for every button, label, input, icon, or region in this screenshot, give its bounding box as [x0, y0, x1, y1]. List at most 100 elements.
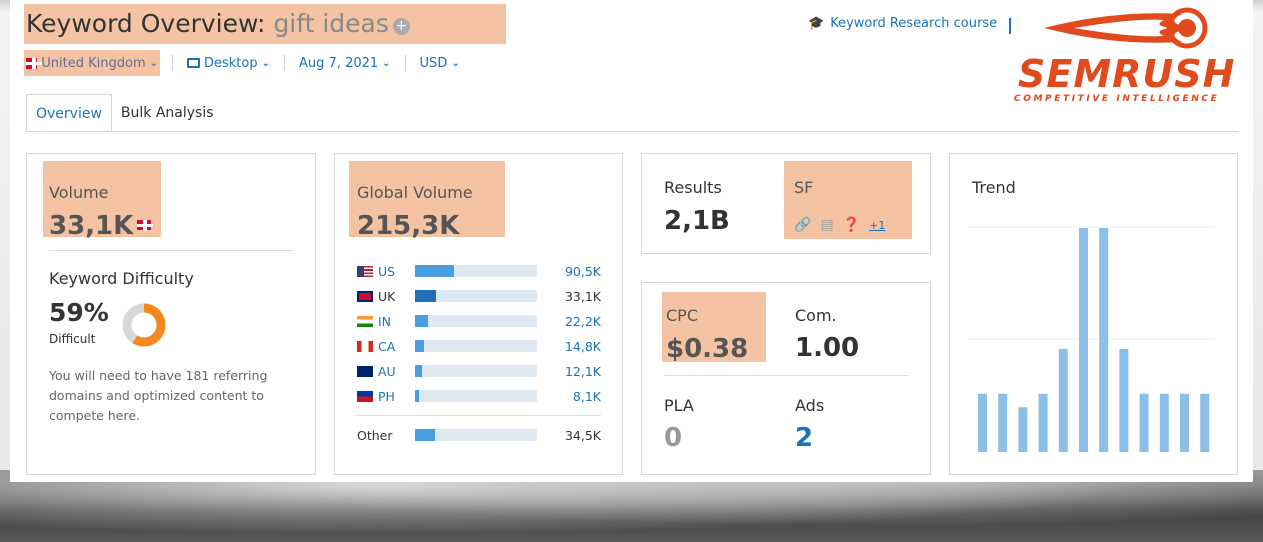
- tab-overview[interactable]: Overview: [26, 94, 112, 132]
- trend-bar[interactable]: [998, 393, 1008, 452]
- ph-flag-icon: [357, 390, 373, 402]
- kd-description: You will need to have 181 referring doma…: [49, 368, 268, 423]
- country-value: 33,1K: [564, 289, 601, 304]
- trend-bar[interactable]: [1058, 348, 1068, 452]
- trend-bar[interactable]: [978, 393, 987, 452]
- semrush-flame-icon: [1044, 7, 1208, 49]
- other-bar: [415, 429, 537, 441]
- country-bar: [415, 315, 537, 327]
- graduation-cap-icon: 🎓: [808, 16, 825, 31]
- database-selector[interactable]: United Kingdom ⌄: [24, 50, 160, 76]
- in-flag-icon: [357, 315, 373, 327]
- country-bar-fill: [415, 265, 455, 277]
- country-row-us[interactable]: US: [357, 261, 416, 281]
- country-code: US: [378, 263, 396, 279]
- results-value: 2,1B: [664, 206, 730, 236]
- tab-underline: [26, 131, 1238, 132]
- country-value: 12,1K: [564, 364, 601, 379]
- country-code: CA: [378, 338, 396, 354]
- trend-chart: [968, 226, 1214, 452]
- card-divider: [664, 375, 908, 376]
- trend-bar[interactable]: [1200, 393, 1210, 452]
- tab-bar: Overview Bulk Analysis: [26, 94, 223, 132]
- competition-label: Com.: [795, 306, 837, 325]
- chevron-down-icon: ⌄: [261, 57, 271, 69]
- chevron-down-icon: ⌄: [149, 57, 158, 69]
- sf-more-link[interactable]: +1: [869, 219, 885, 232]
- country-bar: [415, 390, 537, 402]
- cpc-label: CPC: [666, 306, 698, 325]
- global-volume-block: Global Volume 215,3K: [349, 161, 505, 241]
- chevron-down-icon: ⌄: [451, 57, 460, 69]
- country-row-au[interactable]: AU: [357, 361, 416, 381]
- country-code: UK: [378, 288, 396, 304]
- serp-features-block: SF 🔗 ▤ ❓ +1: [784, 161, 912, 239]
- image-pack-icon[interactable]: ▤: [820, 217, 833, 233]
- logo-tagline: COMPETITIVE INTELLIGENCE: [1014, 94, 1220, 104]
- us-flag-icon: [357, 265, 373, 277]
- ads-value[interactable]: 2: [795, 423, 813, 453]
- cpc-value: $0.38: [666, 334, 749, 364]
- country-row-ph[interactable]: PH: [357, 386, 416, 406]
- title-keyword: gift ideas: [273, 9, 389, 38]
- title-prefix: Keyword Overview:: [26, 9, 266, 38]
- country-code: PH: [378, 388, 395, 404]
- tab-bulk-analysis[interactable]: Bulk Analysis: [112, 94, 223, 132]
- device-selector[interactable]: Desktop ⌄: [185, 50, 272, 76]
- date-label: Aug 7, 2021: [299, 55, 379, 71]
- database-label: United Kingdom: [41, 55, 146, 71]
- page-title: Keyword Overview: gift ideas +: [26, 4, 506, 44]
- link-icon[interactable]: 🔗: [794, 217, 811, 233]
- country-bar-fill: [415, 365, 423, 377]
- currency-label: USD: [419, 55, 448, 71]
- kd-level: Difficult: [49, 332, 96, 346]
- au-flag-icon: [357, 365, 373, 377]
- global-volume-card: Global Volume 215,3K Other 34,5K US 90,5K…: [334, 153, 623, 475]
- country-bar-fill: [415, 390, 419, 402]
- trend-bar[interactable]: [1119, 348, 1129, 452]
- course-link-label: Keyword Research course: [830, 16, 998, 31]
- filter-divider: [284, 55, 286, 71]
- trend-bar[interactable]: [1180, 393, 1189, 452]
- volume-block: Volume 33,1K: [43, 161, 161, 241]
- trend-bar[interactable]: [1159, 393, 1169, 452]
- device-label: Desktop: [204, 55, 258, 71]
- trend-bar[interactable]: [1018, 407, 1028, 452]
- card-divider: [49, 250, 293, 251]
- currency-selector[interactable]: USD ⌄: [418, 50, 462, 76]
- course-link[interactable]: 🎓 Keyword Research course: [808, 16, 997, 31]
- country-row-uk[interactable]: UK: [357, 286, 416, 306]
- filter-divider: [404, 55, 406, 71]
- country-row-in[interactable]: IN: [357, 311, 416, 331]
- page-title-block: Keyword Overview: gift ideas +: [24, 4, 506, 44]
- faq-icon[interactable]: ❓: [843, 217, 860, 233]
- country-value: 90,5K: [564, 264, 601, 279]
- results-card: Results 2,1B SF 🔗 ▤ ❓ +1: [641, 153, 931, 254]
- date-selector[interactable]: Aug 7, 2021 ⌄: [297, 50, 393, 76]
- ads-label: Ads: [795, 396, 825, 415]
- plus-circle-icon[interactable]: +: [392, 18, 410, 35]
- trend-bar[interactable]: [1099, 228, 1109, 452]
- country-bar: [415, 265, 537, 277]
- sf-icon-list: 🔗 ▤ ❓ +1: [794, 217, 885, 233]
- sf-label: SF: [794, 178, 814, 197]
- country-bar-fill: [415, 315, 429, 327]
- kd-label: Keyword Difficulty: [49, 269, 194, 288]
- results-label: Results: [664, 178, 722, 197]
- country-value: 14,8K: [564, 339, 601, 354]
- volume-value: 33,1K: [49, 211, 134, 241]
- pla-label: PLA: [664, 396, 694, 415]
- pla-value: 0: [664, 423, 683, 453]
- global-volume-label: Global Volume: [357, 183, 473, 202]
- card-divider: [357, 415, 601, 416]
- country-row-ca[interactable]: CA: [357, 336, 416, 356]
- trend-label: Trend: [972, 178, 1016, 197]
- trend-bar[interactable]: [1139, 393, 1149, 452]
- semrush-logo: SEMRUSH COMPETITIVE INTELLIGENCE: [1010, 0, 1242, 112]
- competition-value: 1.00: [795, 333, 860, 363]
- ca-flag-icon: [357, 340, 373, 352]
- country-row-other[interactable]: Other: [357, 425, 415, 445]
- trend-bar[interactable]: [1038, 393, 1048, 452]
- desktop-icon: [187, 58, 200, 68]
- trend-bar[interactable]: [1079, 228, 1088, 452]
